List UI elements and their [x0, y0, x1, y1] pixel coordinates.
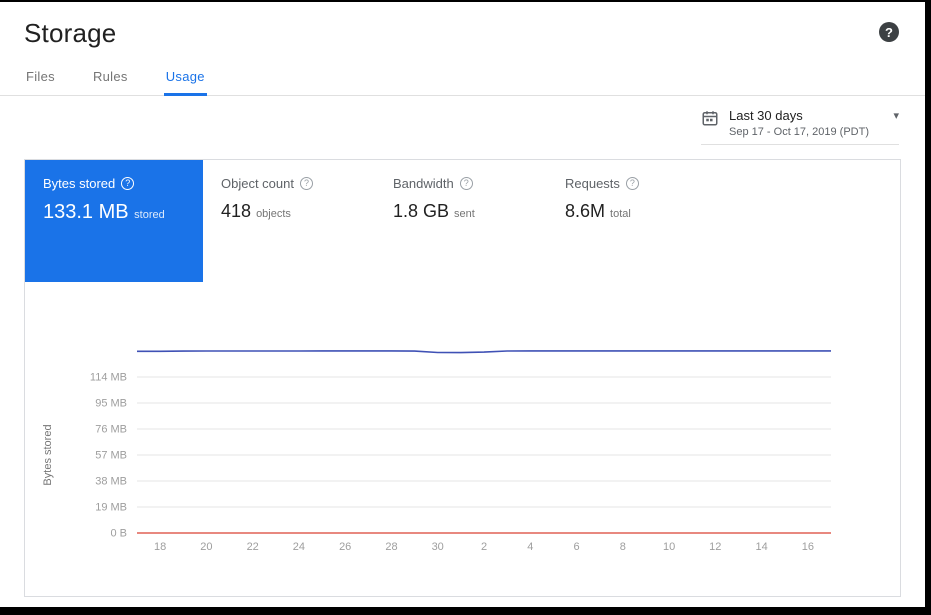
svg-text:28: 28	[385, 541, 397, 553]
metric-card-bandwidth[interactable]: Bandwidth ? 1.8 GB sent	[375, 160, 547, 238]
metric-value: 8.6M	[565, 201, 605, 221]
date-range-detail: Sep 17 - Oct 17, 2019 (PDT)	[729, 126, 899, 138]
metric-label: Requests	[565, 176, 620, 191]
tab-usage[interactable]: Usage	[164, 61, 207, 96]
usage-chart: 0 B 19 MB 38 MB 57 MB 76 MB 95 MB 114 MB Bytes …	[25, 338, 900, 570]
svg-text:95 MB: 95 MB	[95, 398, 127, 410]
date-range-label: Last 30 days	[729, 108, 803, 123]
metric-cards-row: Bytes stored ? 133.1 MB stored Object co…	[25, 160, 900, 282]
help-icon[interactable]: ?	[626, 177, 639, 190]
metric-label: Bandwidth	[393, 176, 454, 191]
svg-text:18: 18	[154, 541, 166, 553]
tab-bar: Files Rules Usage	[0, 61, 925, 96]
svg-text:6: 6	[573, 541, 579, 553]
help-icon: ?	[885, 25, 893, 40]
svg-text:2: 2	[481, 541, 487, 553]
page-title: Storage	[24, 18, 116, 49]
help-icon[interactable]: ?	[300, 177, 313, 190]
metric-value: 418	[221, 201, 251, 221]
date-range-picker[interactable]: Last 30 days ▾ Sep 17 - Oct 17, 2019 (PD…	[701, 108, 899, 145]
metric-card-bytes-stored[interactable]: Bytes stored ? 133.1 MB stored	[25, 160, 203, 282]
help-icon[interactable]: ?	[121, 177, 134, 190]
tab-files[interactable]: Files	[24, 61, 57, 95]
page-header: Storage ?	[0, 2, 925, 53]
metric-unit: stored	[134, 209, 165, 221]
svg-text:114 MB: 114 MB	[90, 372, 127, 384]
tab-rules[interactable]: Rules	[91, 61, 130, 95]
svg-text:76 MB: 76 MB	[95, 424, 127, 436]
metric-card-object-count[interactable]: Object count ? 418 objects	[203, 160, 375, 238]
metric-value: 1.8 GB	[393, 201, 449, 221]
help-button[interactable]: ?	[879, 22, 899, 42]
svg-text:8: 8	[620, 541, 626, 553]
chevron-down-icon: ▾	[893, 109, 899, 122]
svg-text:30: 30	[432, 541, 444, 553]
svg-text:19 MB: 19 MB	[95, 502, 127, 514]
calendar-icon	[701, 109, 719, 127]
svg-text:14: 14	[755, 541, 767, 553]
svg-text:4: 4	[527, 541, 533, 553]
svg-text:0 B: 0 B	[110, 528, 127, 540]
svg-text:22: 22	[247, 541, 259, 553]
help-icon[interactable]: ?	[460, 177, 473, 190]
svg-text:12: 12	[709, 541, 721, 553]
svg-text:38 MB: 38 MB	[95, 476, 127, 488]
metric-label: Object count	[221, 176, 294, 191]
svg-text:16: 16	[802, 541, 814, 553]
svg-text:Bytes stored: Bytes stored	[42, 424, 54, 485]
metric-unit: total	[610, 208, 631, 220]
date-range-row: Last 30 days ▾ Sep 17 - Oct 17, 2019 (PD…	[0, 96, 925, 145]
metric-label: Bytes stored	[43, 176, 115, 191]
metric-card-requests[interactable]: Requests ? 8.6M total	[547, 160, 719, 238]
svg-text:26: 26	[339, 541, 351, 553]
chart-area: 0 B 19 MB 38 MB 57 MB 76 MB 95 MB 114 MB Bytes …	[25, 338, 900, 575]
metric-unit: objects	[256, 208, 291, 220]
svg-text:20: 20	[200, 541, 212, 553]
usage-panel: Bytes stored ? 133.1 MB stored Object co…	[24, 159, 901, 597]
svg-text:10: 10	[663, 541, 675, 553]
svg-text:24: 24	[293, 541, 305, 553]
svg-text:57 MB: 57 MB	[95, 450, 127, 462]
metric-value: 133.1 MB	[43, 201, 129, 223]
metric-unit: sent	[454, 208, 475, 220]
